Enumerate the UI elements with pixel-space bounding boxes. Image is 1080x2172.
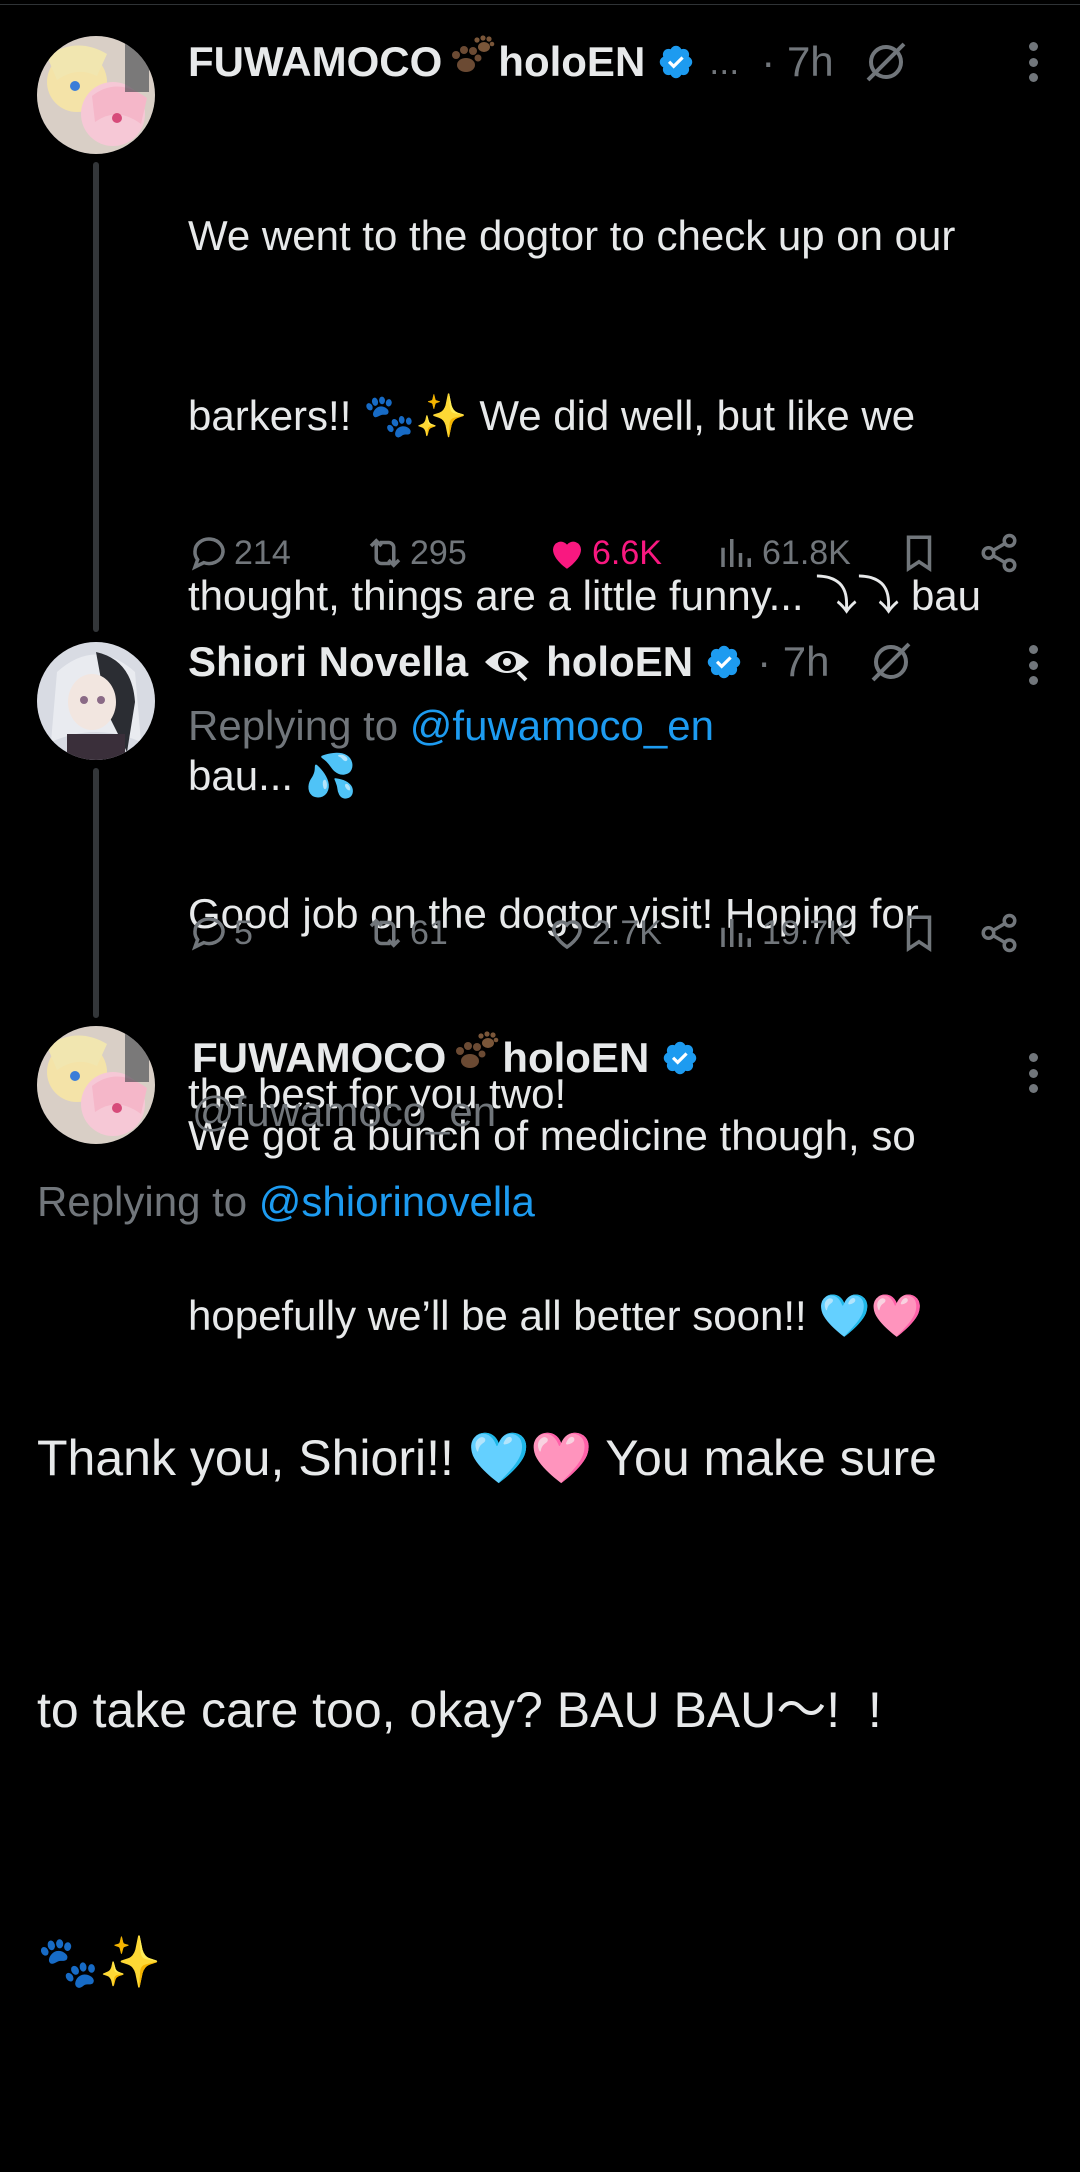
grok-icon[interactable] — [867, 638, 915, 686]
text-line: barkers!! 🐾✨ We did well, but like we — [188, 392, 916, 439]
reply-count: 214 — [234, 533, 291, 572]
like-button[interactable]: 2.7K — [546, 912, 662, 954]
display-name[interactable]: FUWAMOCO — [188, 38, 442, 86]
text-line: 🐾✨ — [37, 1934, 162, 1990]
mention-link[interactable]: @shiorinovella — [259, 1178, 535, 1225]
replying-to-label: Replying to — [188, 702, 399, 749]
paw-icon — [448, 1031, 500, 1085]
views-icon — [721, 919, 751, 947]
avatar-shiori[interactable] — [37, 642, 155, 760]
text-line: to take care too, okay? BAU BAU〜! ! — [37, 1682, 882, 1738]
like-count: 6.6K — [592, 533, 662, 572]
bookmark-button[interactable] — [898, 912, 944, 954]
tweet-time[interactable]: · 7h — [757, 638, 829, 686]
display-name[interactable]: FUWAMOCO — [192, 1034, 446, 1082]
avatar-fuwamoco[interactable] — [37, 36, 155, 154]
eye-icon — [485, 651, 530, 682]
user-handle[interactable]: @fuwamoco_en — [192, 1088, 496, 1136]
views-button[interactable]: 61.8K — [716, 532, 851, 574]
replying-to-label: Replying to — [37, 1178, 248, 1225]
reply-button[interactable]: 214 — [188, 532, 291, 574]
share-icon — [981, 913, 1017, 953]
reply-button[interactable]: 5 — [188, 912, 253, 954]
bookmark-icon — [906, 535, 932, 573]
tweet-time[interactable]: · 7h — [761, 38, 833, 86]
bookmark-button[interactable] — [898, 532, 944, 574]
view-count: 19.7K — [762, 913, 851, 952]
heart-outline-icon — [552, 920, 582, 950]
grok-icon[interactable] — [862, 38, 910, 86]
tweet-header: FUWAMOCO holoEN ... · 7h — [188, 34, 910, 90]
repost-icon — [369, 538, 401, 568]
replying-to: Replying to @fuwamoco_en — [188, 702, 714, 750]
repost-icon — [369, 918, 401, 948]
replying-to: Replying to @shiorinovella — [37, 1178, 535, 1226]
repost-count: 61 — [410, 913, 448, 952]
reply-count: 5 — [234, 913, 253, 952]
affiliation-label: holoEN — [502, 1034, 650, 1081]
bookmark-icon — [906, 915, 932, 953]
display-name[interactable]: Shiori Novella — [188, 638, 468, 686]
verified-badge-icon — [707, 645, 741, 679]
share-icon — [981, 533, 1017, 573]
verified-badge-icon — [660, 45, 693, 79]
top-divider — [0, 4, 1080, 5]
repost-button[interactable]: 61 — [364, 912, 448, 954]
repost-count: 295 — [410, 533, 467, 572]
verified-badge-icon — [664, 1041, 697, 1075]
action-bar: 214 295 6.6K 61.8K — [188, 532, 1038, 582]
tweet-text: Thank you, Shiori!! 🩵🩷 You make sure to … — [37, 1248, 1047, 2172]
like-button[interactable]: 6.6K — [546, 532, 662, 574]
text-line: We went to the dogtor to check up on our — [188, 212, 956, 259]
text-line: Thank you, Shiori!! 🩵🩷 You make sure — [37, 1430, 937, 1486]
more-options-icon[interactable] — [1026, 42, 1040, 82]
heart-filled-icon — [553, 541, 581, 569]
avatar-fuwamoco[interactable] — [37, 1026, 155, 1144]
reply-icon — [191, 537, 225, 571]
share-button[interactable] — [978, 912, 1024, 954]
repost-button[interactable]: 295 — [364, 532, 467, 574]
views-button[interactable]: 19.7K — [716, 912, 851, 954]
tweet-header: FUWAMOCO holoEN — [192, 1030, 699, 1086]
share-button[interactable] — [978, 532, 1024, 574]
view-count: 61.8K — [762, 533, 851, 572]
mention-link[interactable]: @fuwamoco_en — [410, 702, 714, 749]
paw-icon — [444, 35, 496, 89]
thread-line — [93, 768, 99, 1018]
tweet-text: Good job on the dogtor visit! Hoping for… — [188, 764, 1058, 1244]
like-count: 2.7K — [592, 913, 662, 952]
more-options-icon[interactable] — [1026, 645, 1040, 685]
reply-icon — [191, 917, 225, 951]
affiliation-label: holoEN — [546, 638, 694, 685]
thread-line — [93, 162, 99, 632]
truncation-ellipsis: ... — [709, 41, 740, 82]
views-icon — [721, 539, 751, 567]
action-bar: 5 61 2.7K 19.7K — [188, 912, 1038, 962]
affiliation-label: holoEN — [498, 38, 646, 85]
more-options-icon[interactable] — [1026, 1053, 1040, 1093]
tweet-header: Shiori Novella holoEN · 7h — [188, 634, 915, 690]
